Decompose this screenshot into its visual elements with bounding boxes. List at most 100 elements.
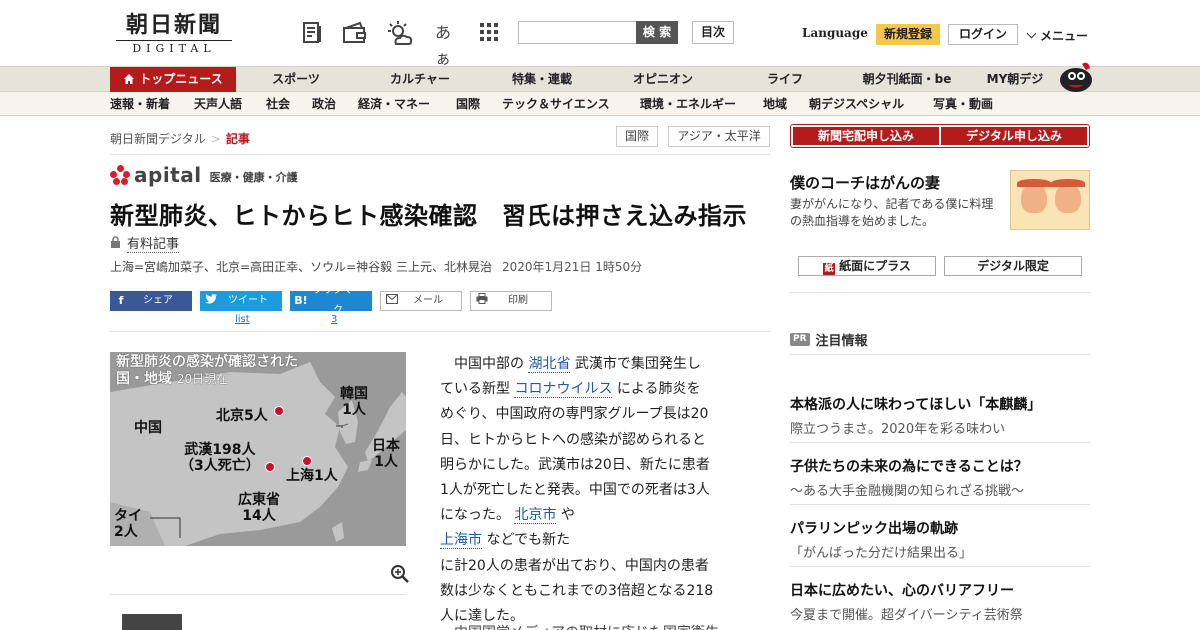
map-marker-beijing (274, 406, 284, 416)
article-line: ている新型 コロナウイルス による肺炎を (440, 377, 750, 402)
photo-thumbnail[interactable] (122, 614, 182, 630)
subscribe-digital-button[interactable]: デジタル申し込み (941, 127, 1087, 145)
article-text: 中国中部の (440, 356, 529, 372)
font-size-icon[interactable]: あぁ (430, 20, 456, 68)
nav2-environment[interactable]: 環境・エネルギー (640, 92, 736, 116)
weather-icon[interactable] (386, 20, 413, 46)
article-line: 1人が死亡したと発表。中国での死者は3人 (440, 478, 750, 503)
breadcrumb: 朝日新聞デジタル > 記事 (110, 130, 250, 147)
digital-only-button[interactable]: デジタル限定 (944, 256, 1082, 276)
nav-life[interactable]: ライフ (750, 67, 820, 92)
breadcrumb-home[interactable]: 朝日新聞デジタル (110, 132, 206, 146)
search-button[interactable]: 検 索 (636, 21, 678, 44)
nav2-local[interactable]: 地域 (763, 92, 787, 116)
language-link[interactable]: Language (802, 26, 868, 40)
wallet-icon[interactable] (342, 20, 368, 46)
article-text: ている新型 (440, 381, 515, 398)
article-text: 日、ヒトからヒトへの感染が認められると (440, 431, 706, 448)
search-input[interactable] (518, 21, 638, 44)
menu-label: メニュー (1040, 29, 1089, 43)
article-line: 上海市 などでも新た (440, 528, 750, 553)
site-header: 朝日新聞 DIGITAL あぁ 検 索 目次 Language 新規登録 ログイ… (0, 0, 1200, 68)
map-marker-shanghai (302, 456, 312, 466)
nav2-tech[interactable]: テック＆サイエンス (502, 92, 610, 116)
tag-international[interactable]: 国際 (616, 126, 658, 147)
grid-icon[interactable] (476, 20, 502, 46)
twitter-icon (200, 291, 222, 311)
article-line: になった。 北京市 や (440, 503, 750, 528)
hatena-bookmark-button[interactable]: B! ブックマーク (290, 285, 372, 316)
article-keyword-link[interactable]: 湖北省 (528, 356, 571, 373)
subscribe-paper-button[interactable]: 新聞宅配申し込み (793, 127, 939, 145)
pr-item[interactable]: 子供たちの未来の為にできることは？ ～ある大手金融機関の知られざる挑戦～ (790, 456, 1090, 499)
article-keyword-link[interactable]: 上海市 (440, 532, 482, 550)
logo-main-text: 朝日新聞 (125, 12, 222, 38)
article-text: や (556, 507, 575, 524)
primary-nav: トップニュース スポーツ カルチャー 特集・連載 オピニオン ライフ 朝夕刊紙面… (0, 66, 1200, 92)
nav-culture[interactable]: カルチャー (370, 67, 470, 92)
logo-sub-text: DIGITAL (116, 40, 232, 55)
nav-top-news[interactable]: トップニュース (110, 67, 236, 92)
article-keyword-link[interactable]: 北京市 (514, 507, 557, 525)
article-line: めぐり、中国政府の専門家グループ長は20 (440, 402, 750, 427)
article-date: 2020年1月21日 1時50分 (501, 260, 643, 274)
nav-features[interactable]: 特集・連載 (494, 67, 590, 92)
outbreak-map[interactable]: 新型肺炎の感染が確認された 国・地域 20日現在 中国 北京5人 韓国 1人 日本… (110, 352, 406, 546)
paid-article-label[interactable]: 有料記事 (110, 233, 180, 253)
nav-my-asadigi[interactable]: MY朝デジ (982, 67, 1048, 92)
toc-button[interactable]: 目次 (692, 21, 734, 44)
menu-button[interactable]: メニュー (1026, 27, 1089, 44)
nav-opinion[interactable]: オピニオン (614, 67, 712, 92)
feature-illustration[interactable] (1010, 170, 1090, 230)
paper-plus-button[interactable]: 紙紙面にプラス (798, 256, 936, 276)
article-text: などでも新た (482, 532, 571, 549)
home-icon (123, 69, 135, 94)
apital-logo-icon (110, 165, 130, 185)
memo-icon[interactable] (300, 20, 326, 46)
register-button[interactable]: 新規登録 (876, 24, 940, 45)
nav2-special[interactable]: 朝デジスペシャル (809, 92, 904, 116)
nav2-international[interactable]: 国際 (456, 92, 480, 116)
mail-share-button[interactable]: メール (380, 291, 462, 311)
hatena-icon: B! (294, 294, 308, 307)
secondary-nav: 速報・新着 天声人語 社会 政治 経済・マネー 国際 テック＆サイエンス 環境・… (0, 92, 1200, 116)
article-headline: 新型肺炎、ヒトからヒト感染確認 習氏は押さえ込み指示 (110, 202, 747, 230)
nav-paper[interactable]: 朝夕刊紙面・be (852, 67, 962, 92)
login-button[interactable]: ログイン (948, 24, 1018, 45)
pr-item[interactable]: 本格派の人に味わってほしい「本麒麟」 際立つうまさ。2020年を彩る味わい (790, 394, 1090, 437)
zoom-icon[interactable] (390, 564, 410, 588)
article-line: 明らかにした。武漢市は20日、新たに患者 (440, 453, 750, 478)
nav-sports[interactable]: スポーツ (250, 67, 342, 92)
nav2-tensei[interactable]: 天声人語 (194, 92, 242, 116)
nav2-breaking[interactable]: 速報・新着 (110, 92, 170, 116)
byline: 上海=宮嶋加菜子、北京=高田正幸、ソウル=神谷毅 三上元、北林晃治 2020年1月… (110, 258, 642, 275)
map-label-wuhan: 武漢198人 （3人死亡） (180, 442, 260, 474)
nav2-economy[interactable]: 経済・マネー (358, 92, 430, 116)
nav2-politics[interactable]: 政治 (312, 92, 336, 116)
hatena-count[interactable]: 3 (331, 314, 337, 325)
site-logo[interactable]: 朝日新聞 DIGITAL (116, 12, 232, 55)
nav2-society[interactable]: 社会 (266, 92, 290, 116)
facebook-share-button[interactable]: f シェア (110, 291, 192, 311)
byline-authors: 上海=宮嶋加菜子、北京=高田正幸、ソウル=神谷毅 三上元、北林晃治 (110, 260, 492, 274)
divider (110, 154, 770, 155)
map-label-guangdong: 広東省 14人 (238, 492, 280, 524)
pr-item[interactable]: パラリンピック出場の軌跡 「がんばった分だけ結果出る」 (790, 518, 1090, 561)
article-text: 1人が死亡したと発表。中国での死者は3人 (440, 482, 710, 499)
feature-title[interactable]: 僕のコーチはがんの妻 (790, 172, 940, 193)
mascot-icon[interactable] (1054, 58, 1094, 92)
apital-brand[interactable]: apital 医療・健康・介護 (110, 163, 298, 187)
article-keyword-link[interactable]: コロナウイルス (514, 381, 613, 399)
print-icon (471, 291, 493, 311)
print-button[interactable]: 印刷 (470, 291, 552, 311)
article-line: 中国中部の 湖北省 武漢市で集団発生し (440, 352, 750, 377)
tag-asia-pacific[interactable]: アジア・太平洋 (668, 126, 770, 147)
nav2-photo[interactable]: 写真・動画 (933, 92, 993, 116)
pr-item[interactable]: 日本に広めたい、心のバリアフリー 今夏まで開催。超ダイバーシティ芸術祭 (790, 580, 1090, 623)
article-line: に計20人の患者が出ており、中国内の患者 (440, 554, 750, 579)
twitter-count[interactable]: list (235, 314, 250, 325)
paid-text: 有料記事 (127, 233, 180, 253)
map-label-thailand: タイ 2人 (114, 508, 142, 540)
twitter-share-button[interactable]: ツイート (200, 291, 282, 311)
map-title: 新型肺炎の感染が確認された 国・地域 20日現在 (116, 354, 298, 387)
